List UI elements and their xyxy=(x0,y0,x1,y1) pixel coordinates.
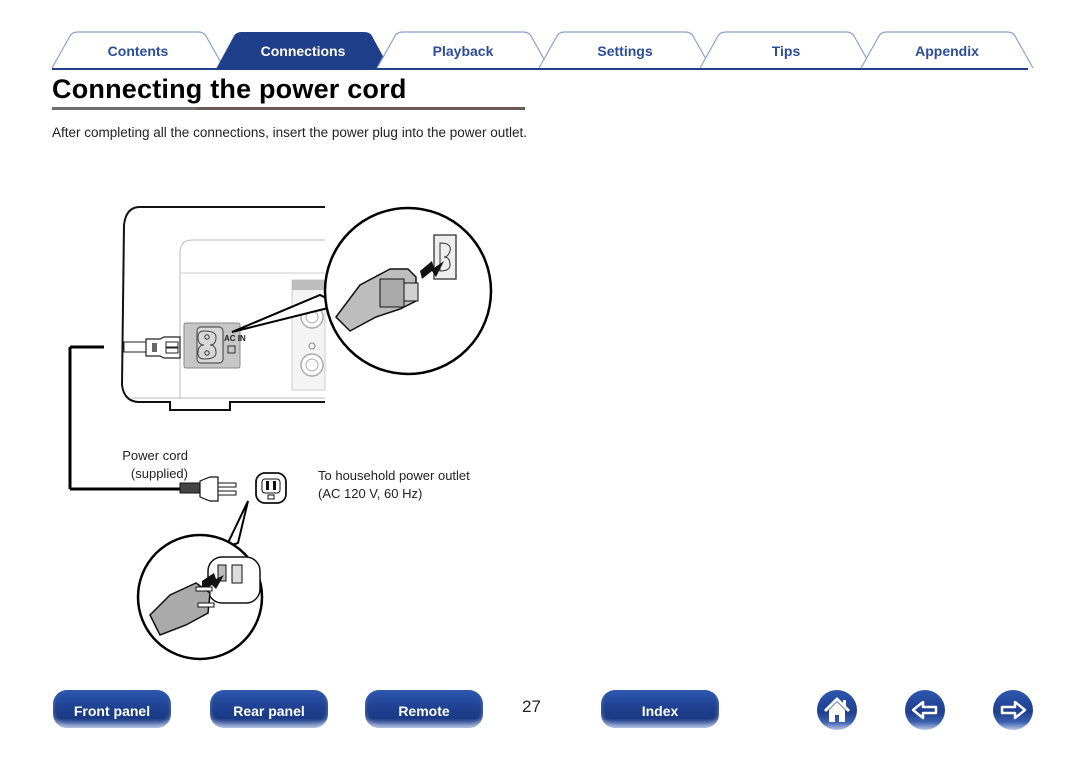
ac-in-label: AC IN xyxy=(224,334,246,343)
outlet-label: To household power outlet xyxy=(318,468,470,483)
rear-panel-button[interactable]: Rear panel xyxy=(210,690,328,728)
tab-label: Connections xyxy=(260,43,346,59)
title-underline xyxy=(52,107,525,110)
tab-appendix[interactable]: Appendix xyxy=(860,31,1034,69)
outlet-callout xyxy=(136,500,264,661)
intro-text: After completing all the connections, in… xyxy=(52,125,528,140)
arrow-left-icon xyxy=(911,700,938,720)
wall-outlet xyxy=(255,472,287,504)
outlet-spec: (AC 120 V, 60 Hz) xyxy=(318,486,423,501)
us-plug xyxy=(179,476,237,502)
home-button[interactable] xyxy=(817,690,857,730)
tab-label: Appendix xyxy=(915,43,979,59)
arrow-right-icon xyxy=(1000,700,1027,720)
outlet-caption: To household power outlet (AC 120 V, 60 … xyxy=(318,467,470,503)
tab-label: Settings xyxy=(597,43,653,59)
power-cord-caption: Power cord (supplied) xyxy=(112,447,188,483)
tab-label: Contents xyxy=(107,43,169,59)
tab-contents[interactable]: Contents xyxy=(51,31,225,69)
front-panel-button[interactable]: Front panel xyxy=(53,690,171,728)
power-cord-sublabel: (supplied) xyxy=(130,466,188,481)
tab-label: Tips xyxy=(771,43,801,59)
tab-tips[interactable]: Tips xyxy=(699,31,873,69)
tab-settings[interactable]: Settings xyxy=(538,31,712,69)
power-cord-diagram: AC IN Power cord (supplied) To household… xyxy=(60,185,510,665)
diagram-illustration: AC IN xyxy=(68,206,493,661)
tab-bar: Contents Connections Playback Settings T… xyxy=(51,30,1034,70)
previous-page-button[interactable] xyxy=(905,690,945,730)
tab-playback[interactable]: Playback xyxy=(376,31,550,69)
page-number: 27 xyxy=(522,697,541,716)
next-page-button[interactable] xyxy=(993,690,1033,730)
home-icon xyxy=(823,697,851,722)
tab-label: Playback xyxy=(432,43,494,59)
remote-button[interactable]: Remote xyxy=(365,690,483,728)
tab-connections[interactable]: Connections xyxy=(216,32,390,69)
index-button[interactable]: Index xyxy=(601,690,719,728)
page-title: Connecting the power cord xyxy=(52,74,407,104)
power-cord-label: Power cord xyxy=(122,448,188,463)
